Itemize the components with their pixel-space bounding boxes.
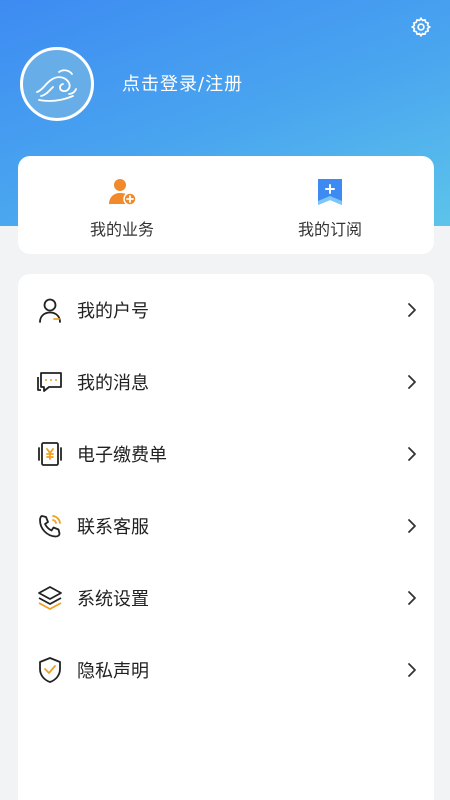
chevron-right-icon — [408, 519, 416, 533]
chevron-right-icon — [408, 663, 416, 677]
menu-item-privacy-statement[interactable]: 隐私声明 — [18, 634, 434, 706]
message-icon — [36, 368, 64, 396]
menu-item-label: 系统设置 — [77, 589, 149, 610]
shield-check-icon — [36, 656, 64, 684]
wave-logo-icon — [36, 69, 77, 102]
phone-icon — [36, 512, 64, 540]
chevron-right-icon — [408, 375, 416, 389]
login-register-link[interactable]: 点击登录/注册 — [122, 70, 243, 96]
my-subscriptions-button[interactable]: 我的订阅 — [226, 156, 434, 254]
menu-item-label: 我的消息 — [77, 373, 149, 394]
menu-list: 我的户号 我的消息 电子缴费单 联系客服 系统设置 隐私声明 — [18, 274, 434, 800]
menu-item-messages[interactable]: 我的消息 — [18, 346, 434, 418]
menu-item-label: 电子缴费单 — [77, 445, 167, 466]
menu-item-account-number[interactable]: 我的户号 — [18, 274, 434, 346]
user-icon — [36, 296, 64, 324]
avatar[interactable] — [20, 47, 94, 121]
quick-actions-card: 我的业务 我的订阅 — [18, 156, 434, 254]
gear-icon[interactable] — [410, 16, 432, 38]
my-business-label: 我的业务 — [89, 220, 154, 239]
person-add-icon — [109, 179, 137, 206]
my-business-button[interactable]: 我的业务 — [18, 156, 226, 254]
chevron-right-icon — [408, 591, 416, 605]
chevron-right-icon — [408, 303, 416, 317]
menu-item-customer-service[interactable]: 联系客服 — [18, 490, 434, 562]
menu-item-e-bill[interactable]: 电子缴费单 — [18, 418, 434, 490]
chevron-right-icon — [408, 447, 416, 461]
menu-item-label: 联系客服 — [77, 517, 149, 538]
menu-item-label: 我的户号 — [77, 301, 149, 322]
layers-icon — [36, 584, 64, 612]
bookmark-plus-icon — [318, 179, 342, 205]
my-subscriptions-label: 我的订阅 — [297, 220, 362, 239]
menu-item-label: 隐私声明 — [77, 661, 149, 682]
bill-icon — [36, 440, 64, 468]
menu-item-system-settings[interactable]: 系统设置 — [18, 562, 434, 634]
